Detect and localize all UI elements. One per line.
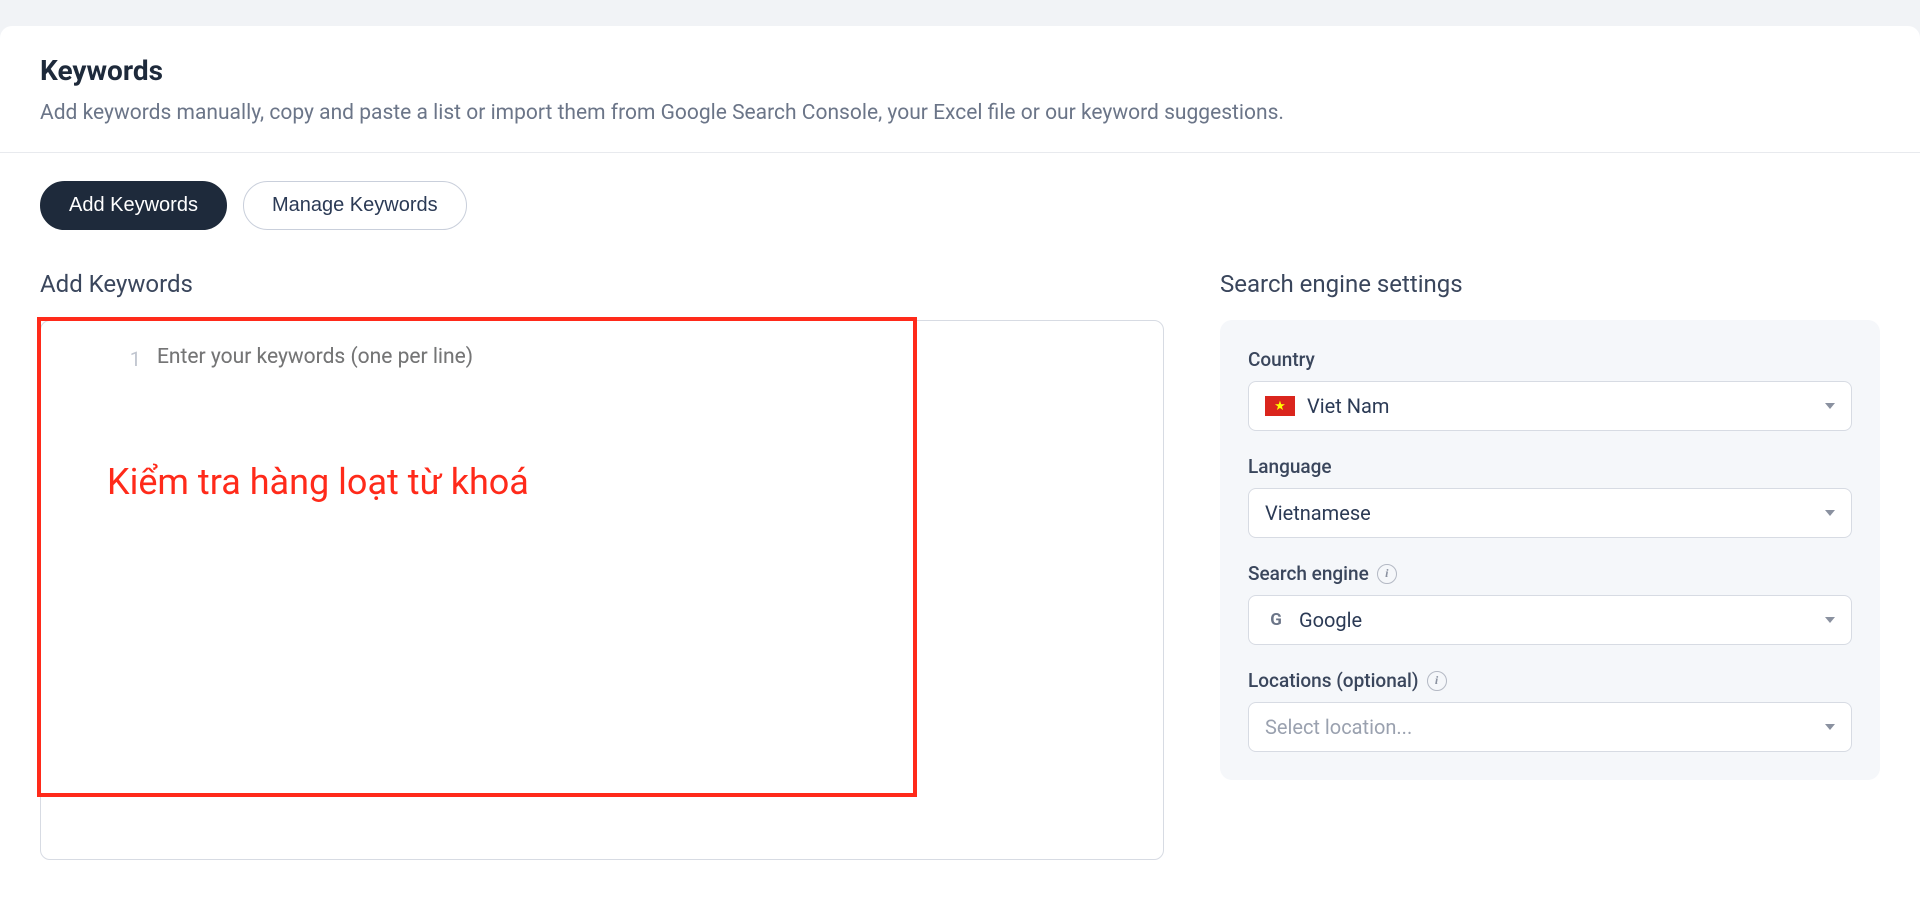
- language-label: Language: [1248, 455, 1852, 478]
- tab-manage-keywords[interactable]: Manage Keywords: [243, 181, 467, 230]
- search-engine-label-text: Search engine: [1248, 562, 1369, 585]
- google-icon: G: [1265, 609, 1287, 631]
- chevron-down-icon: [1825, 724, 1835, 730]
- keywords-textarea[interactable]: [41, 321, 1163, 859]
- locations-placeholder: Select location...: [1265, 715, 1412, 739]
- country-label: Country: [1248, 348, 1852, 371]
- search-engine-settings-column: Search engine settings Country ★ Viet Na…: [1220, 270, 1880, 780]
- keywords-editor: Kiểm tra hàng loạt từ khoá 1 Enter your …: [40, 320, 1164, 860]
- content-row: Add Keywords Kiểm tra hàng loạt từ khoá …: [0, 230, 1920, 860]
- info-icon[interactable]: i: [1427, 671, 1447, 691]
- country-field: Country ★ Viet Nam: [1248, 348, 1852, 431]
- country-select[interactable]: ★ Viet Nam: [1248, 381, 1852, 431]
- language-field: Language Vietnamese: [1248, 455, 1852, 538]
- chevron-down-icon: [1825, 403, 1835, 409]
- search-engine-field: Search engine i G Google: [1248, 562, 1852, 645]
- locations-label-text: Locations (optional): [1248, 669, 1419, 692]
- locations-field: Locations (optional) i Select location..…: [1248, 669, 1852, 752]
- search-engine-value: Google: [1299, 608, 1362, 632]
- settings-heading: Search engine settings: [1220, 270, 1880, 298]
- language-value: Vietnamese: [1265, 501, 1371, 525]
- add-keywords-column: Add Keywords Kiểm tra hàng loạt từ khoá …: [40, 270, 1164, 860]
- page-header: Keywords Add keywords manually, copy and…: [0, 26, 1920, 153]
- chevron-down-icon: [1825, 617, 1835, 623]
- vietnam-flag-icon: ★: [1265, 396, 1295, 416]
- page-subtitle: Add keywords manually, copy and paste a …: [40, 99, 1880, 128]
- page-title: Keywords: [40, 54, 1880, 87]
- info-icon[interactable]: i: [1377, 564, 1397, 584]
- add-keywords-heading: Add Keywords: [40, 270, 1164, 298]
- country-value: Viet Nam: [1307, 394, 1389, 418]
- chevron-down-icon: [1825, 510, 1835, 516]
- locations-select[interactable]: Select location...: [1248, 702, 1852, 752]
- search-engine-select[interactable]: G Google: [1248, 595, 1852, 645]
- tabs-row: Add Keywords Manage Keywords: [0, 153, 1920, 230]
- keywords-page: Keywords Add keywords manually, copy and…: [0, 26, 1920, 908]
- settings-panel: Country ★ Viet Nam Language Vietnamese: [1220, 320, 1880, 780]
- search-engine-label: Search engine i: [1248, 562, 1852, 585]
- language-select[interactable]: Vietnamese: [1248, 488, 1852, 538]
- tab-add-keywords[interactable]: Add Keywords: [40, 181, 227, 230]
- locations-label: Locations (optional) i: [1248, 669, 1852, 692]
